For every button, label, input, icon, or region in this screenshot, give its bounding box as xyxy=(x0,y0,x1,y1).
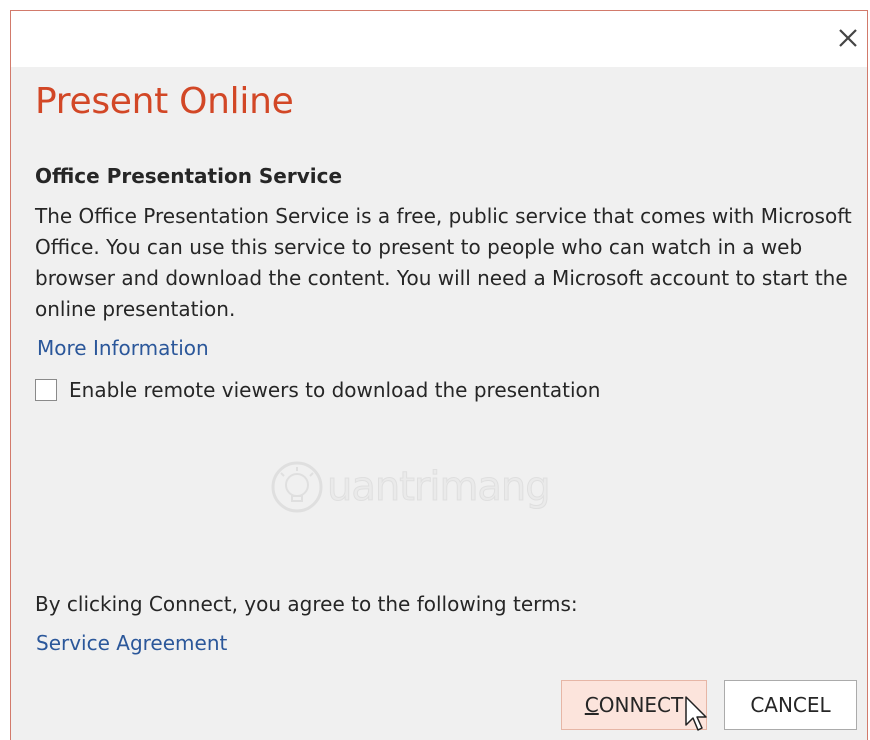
more-information-link[interactable]: More Information xyxy=(37,336,209,360)
lightbulb-logo-icon xyxy=(271,461,323,513)
service-description: The Office Presentation Service is a fre… xyxy=(35,204,852,321)
close-icon xyxy=(839,29,857,47)
present-online-dialog: Present Online Office Presentation Servi… xyxy=(10,10,868,740)
connect-button-label: CONNECT xyxy=(584,693,684,717)
dialog-titlebar xyxy=(11,11,867,67)
terms-text: By clicking Connect, you agree to the fo… xyxy=(35,592,578,616)
enable-remote-download-checkbox[interactable] xyxy=(35,379,57,401)
enable-remote-download-option[interactable]: Enable remote viewers to download the pr… xyxy=(35,378,600,402)
close-button[interactable] xyxy=(833,23,863,53)
cancel-button-label: CANCEL xyxy=(750,693,831,717)
dialog-title: Present Online xyxy=(35,81,294,122)
service-agreement-link[interactable]: Service Agreement xyxy=(36,631,227,655)
enable-remote-download-label: Enable remote viewers to download the pr… xyxy=(69,378,601,402)
watermark-text: uantrimang xyxy=(327,464,552,511)
watermark: uantrimang xyxy=(269,459,552,515)
connect-button[interactable]: CONNECT xyxy=(561,680,707,730)
cancel-button[interactable]: CANCEL xyxy=(724,680,857,730)
section-heading: Office Presentation Service xyxy=(35,164,343,188)
